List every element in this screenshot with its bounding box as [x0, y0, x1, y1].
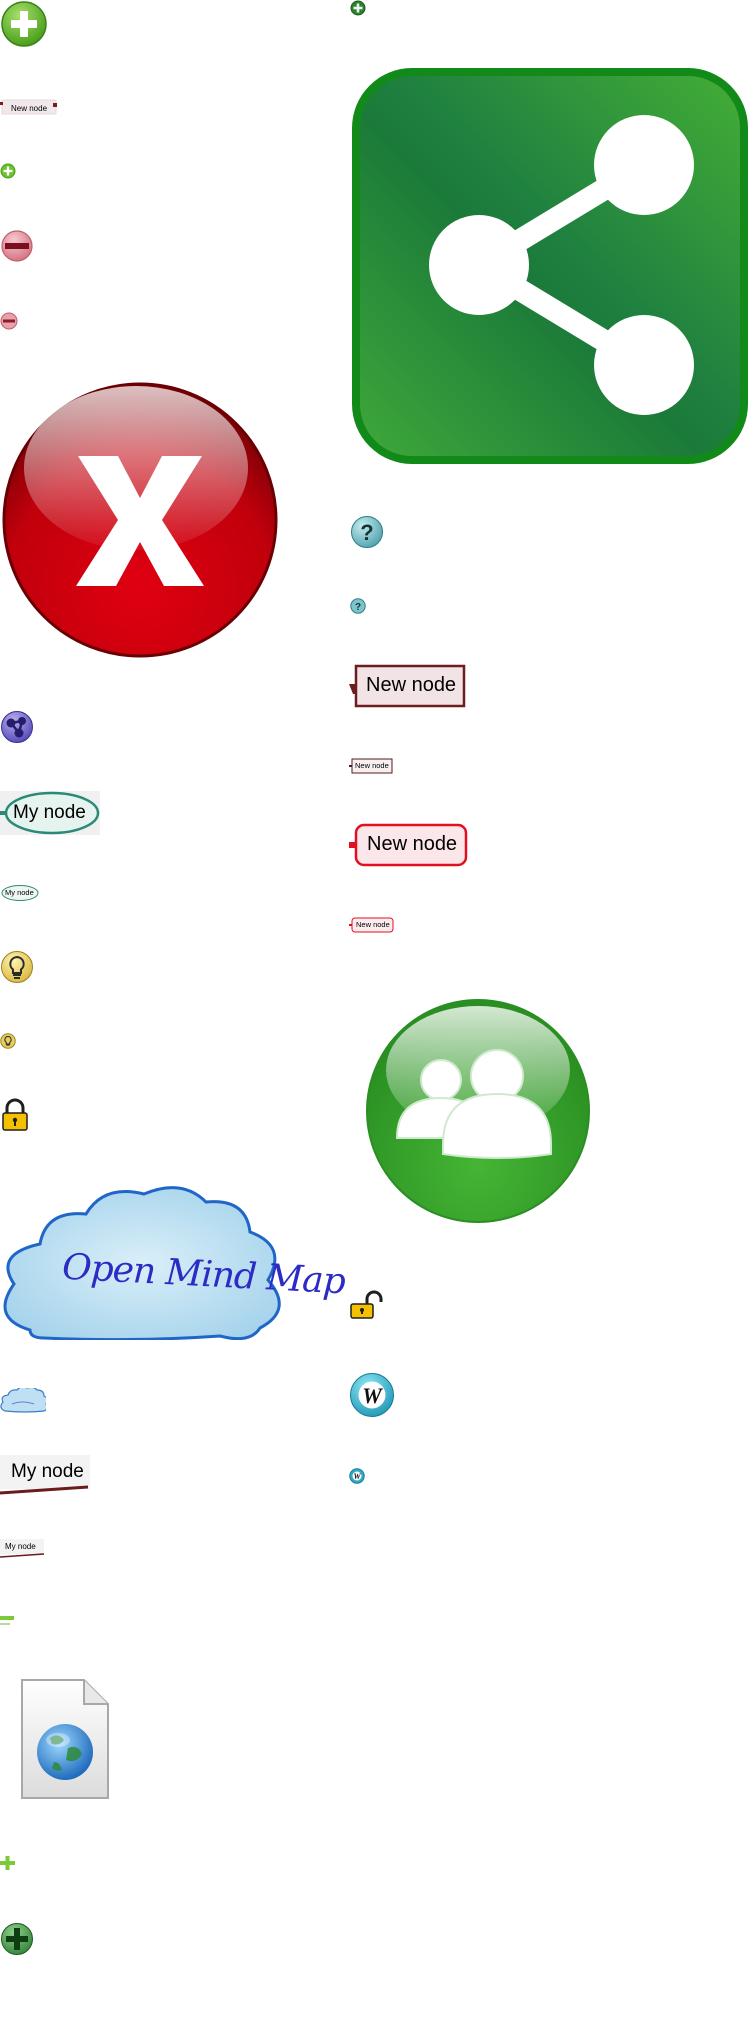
remove-icon-small[interactable]	[0, 312, 18, 330]
svg-text:?: ?	[355, 602, 361, 613]
collapse-icon-tiny[interactable]	[0, 1612, 16, 1626]
node-ellipse[interactable]: My node	[0, 791, 100, 835]
web-document-icon[interactable]	[18, 1676, 112, 1802]
node-tag-red-small-label: New node	[356, 920, 390, 929]
new-node-tag-tiny[interactable]: New node	[0, 98, 60, 116]
node-tag-label: New node	[366, 674, 457, 696]
share-icon[interactable]	[349, 65, 750, 467]
network-icon[interactable]	[0, 710, 34, 744]
cloud-node[interactable]: Open Mind Map	[0, 1180, 346, 1340]
users-icon[interactable]	[365, 998, 591, 1224]
wikipedia-icon-small[interactable]: W	[349, 1468, 365, 1484]
close-icon[interactable]	[0, 380, 282, 662]
cloud-node-small[interactable]	[0, 1386, 49, 1414]
node-underline-small-label: My node	[5, 1542, 36, 1551]
node-underline[interactable]: My node	[0, 1455, 90, 1495]
node-tag-red-label: New node	[367, 833, 458, 855]
node-tag-red-small[interactable]: New node	[349, 916, 395, 934]
help-icon-small[interactable]: ?	[350, 598, 366, 614]
node-underline-small[interactable]: My node	[0, 1538, 46, 1558]
remove-icon[interactable]	[0, 229, 34, 263]
add-icon-small[interactable]	[0, 163, 16, 179]
add-icon-large[interactable]	[0, 0, 48, 48]
wikipedia-small-letter: W	[353, 1472, 361, 1481]
help-icon[interactable]: ?	[350, 515, 384, 549]
svg-text:?: ?	[360, 520, 373, 545]
wikipedia-icon[interactable]: W	[349, 1372, 395, 1418]
expand-icon-tiny[interactable]	[0, 1855, 16, 1871]
unlock-icon[interactable]	[349, 1290, 383, 1320]
add-icon-dark[interactable]	[0, 1922, 34, 1956]
node-ellipse-small[interactable]: My node	[0, 884, 40, 902]
node-underline-label: My node	[11, 1461, 84, 1482]
node-ellipse-small-label: My node	[5, 888, 34, 897]
lightbulb-icon-small[interactable]	[0, 1033, 16, 1049]
add-icon-tiny[interactable]	[350, 0, 366, 16]
node-tag-red[interactable]: New node	[349, 823, 469, 867]
wikipedia-letter: W	[362, 1383, 383, 1408]
new-node-label: New node	[11, 104, 48, 113]
lightbulb-icon[interactable]	[0, 950, 34, 984]
node-tag-dark[interactable]: New node	[349, 664, 467, 708]
node-ellipse-label: My node	[13, 802, 86, 823]
lock-icon[interactable]	[0, 1098, 30, 1132]
node-tag-dark-small[interactable]: New node	[349, 757, 394, 775]
node-tag-small-label: New node	[355, 761, 389, 770]
